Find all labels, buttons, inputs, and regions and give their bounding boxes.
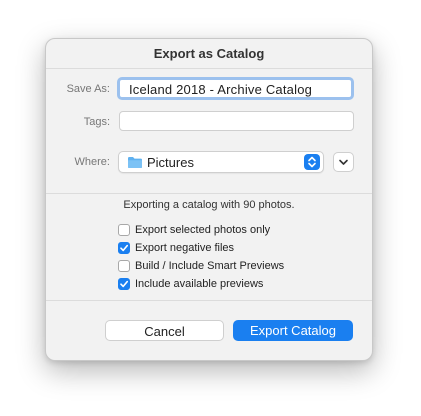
where-value: Pictures bbox=[147, 155, 194, 170]
option-label: Export selected photos only bbox=[135, 224, 271, 236]
export-info-text: Exporting a catalog with 90 photos. bbox=[123, 199, 295, 211]
where-popup[interactable]: Pictures bbox=[118, 151, 324, 173]
section-divider-top bbox=[46, 193, 372, 194]
popup-stepper-icon bbox=[304, 154, 320, 170]
tags-label: Tags: bbox=[83, 116, 110, 128]
title-divider bbox=[46, 68, 372, 69]
where-label: Where: bbox=[74, 156, 110, 168]
chevron-down-icon bbox=[339, 159, 348, 165]
checkbox-available-previews[interactable] bbox=[118, 278, 130, 290]
save-as-label: Save As: bbox=[66, 83, 110, 95]
option-label: Include available previews bbox=[135, 278, 264, 290]
section-divider-bottom bbox=[46, 300, 372, 301]
tags-field[interactable] bbox=[119, 111, 354, 131]
folder-icon bbox=[128, 157, 142, 168]
save-as-field[interactable]: Iceland 2018 - Archive Catalog bbox=[117, 77, 354, 100]
checkmark-icon bbox=[120, 244, 128, 252]
checkbox-export-negatives[interactable] bbox=[118, 242, 130, 254]
option-label: Build / Include Smart Previews bbox=[135, 260, 285, 272]
checkmark-icon bbox=[120, 280, 128, 288]
cancel-button[interactable]: Cancel bbox=[105, 320, 224, 341]
export-catalog-button[interactable]: Export Catalog bbox=[233, 320, 353, 341]
checkbox-export-selected[interactable] bbox=[118, 224, 130, 236]
expand-browser-button[interactable] bbox=[333, 152, 354, 172]
checkbox-smart-previews[interactable] bbox=[118, 260, 130, 272]
option-label: Export negative files bbox=[135, 242, 235, 254]
dialog-title: Export as Catalog bbox=[153, 46, 265, 61]
save-as-value: Iceland 2018 - Archive Catalog bbox=[129, 82, 313, 97]
export-catalog-dialog: Export as Catalog Save As: Iceland 2018 … bbox=[45, 38, 373, 361]
